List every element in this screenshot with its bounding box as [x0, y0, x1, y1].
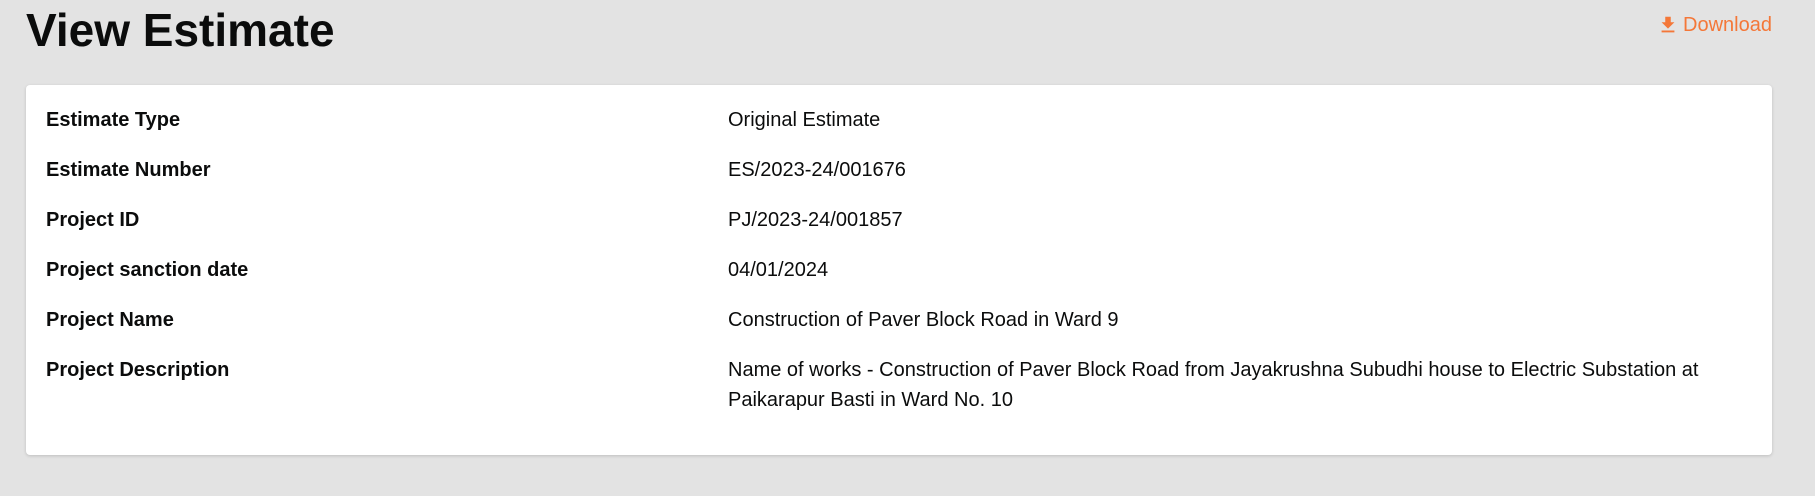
estimate-details-card: Estimate Type Original Estimate Estimate… [26, 85, 1772, 455]
detail-value: Name of works - Construction of Paver Bl… [728, 359, 1699, 411]
page-title: View Estimate [26, 4, 335, 56]
detail-value: 04/01/2024 [728, 259, 829, 281]
detail-label: Project sanction date [46, 259, 249, 281]
detail-row-project-name: Project Name Construction of Paver Block… [46, 305, 1752, 335]
download-icon [1657, 13, 1679, 37]
detail-row-estimate-type: Estimate Type Original Estimate [46, 105, 1752, 135]
detail-row-project-description: Project Description Name of works - Cons… [46, 355, 1752, 415]
detail-label: Estimate Type [46, 109, 181, 131]
detail-label: Project ID [46, 209, 140, 231]
detail-value: Original Estimate [728, 109, 881, 131]
detail-value: ES/2023-24/001676 [728, 159, 906, 181]
detail-label: Project Description [46, 359, 230, 381]
download-label: Download [1683, 14, 1772, 36]
detail-row-project-id: Project ID PJ/2023-24/001857 [46, 205, 1752, 235]
detail-value: PJ/2023-24/001857 [728, 209, 903, 231]
detail-label: Estimate Number [46, 159, 211, 181]
detail-row-project-sanction-date: Project sanction date 04/01/2024 [46, 255, 1752, 285]
detail-row-estimate-number: Estimate Number ES/2023-24/001676 [46, 155, 1752, 185]
download-button[interactable]: Download [1657, 12, 1772, 38]
detail-value: Construction of Paver Block Road in Ward… [728, 309, 1119, 331]
detail-label: Project Name [46, 309, 174, 331]
